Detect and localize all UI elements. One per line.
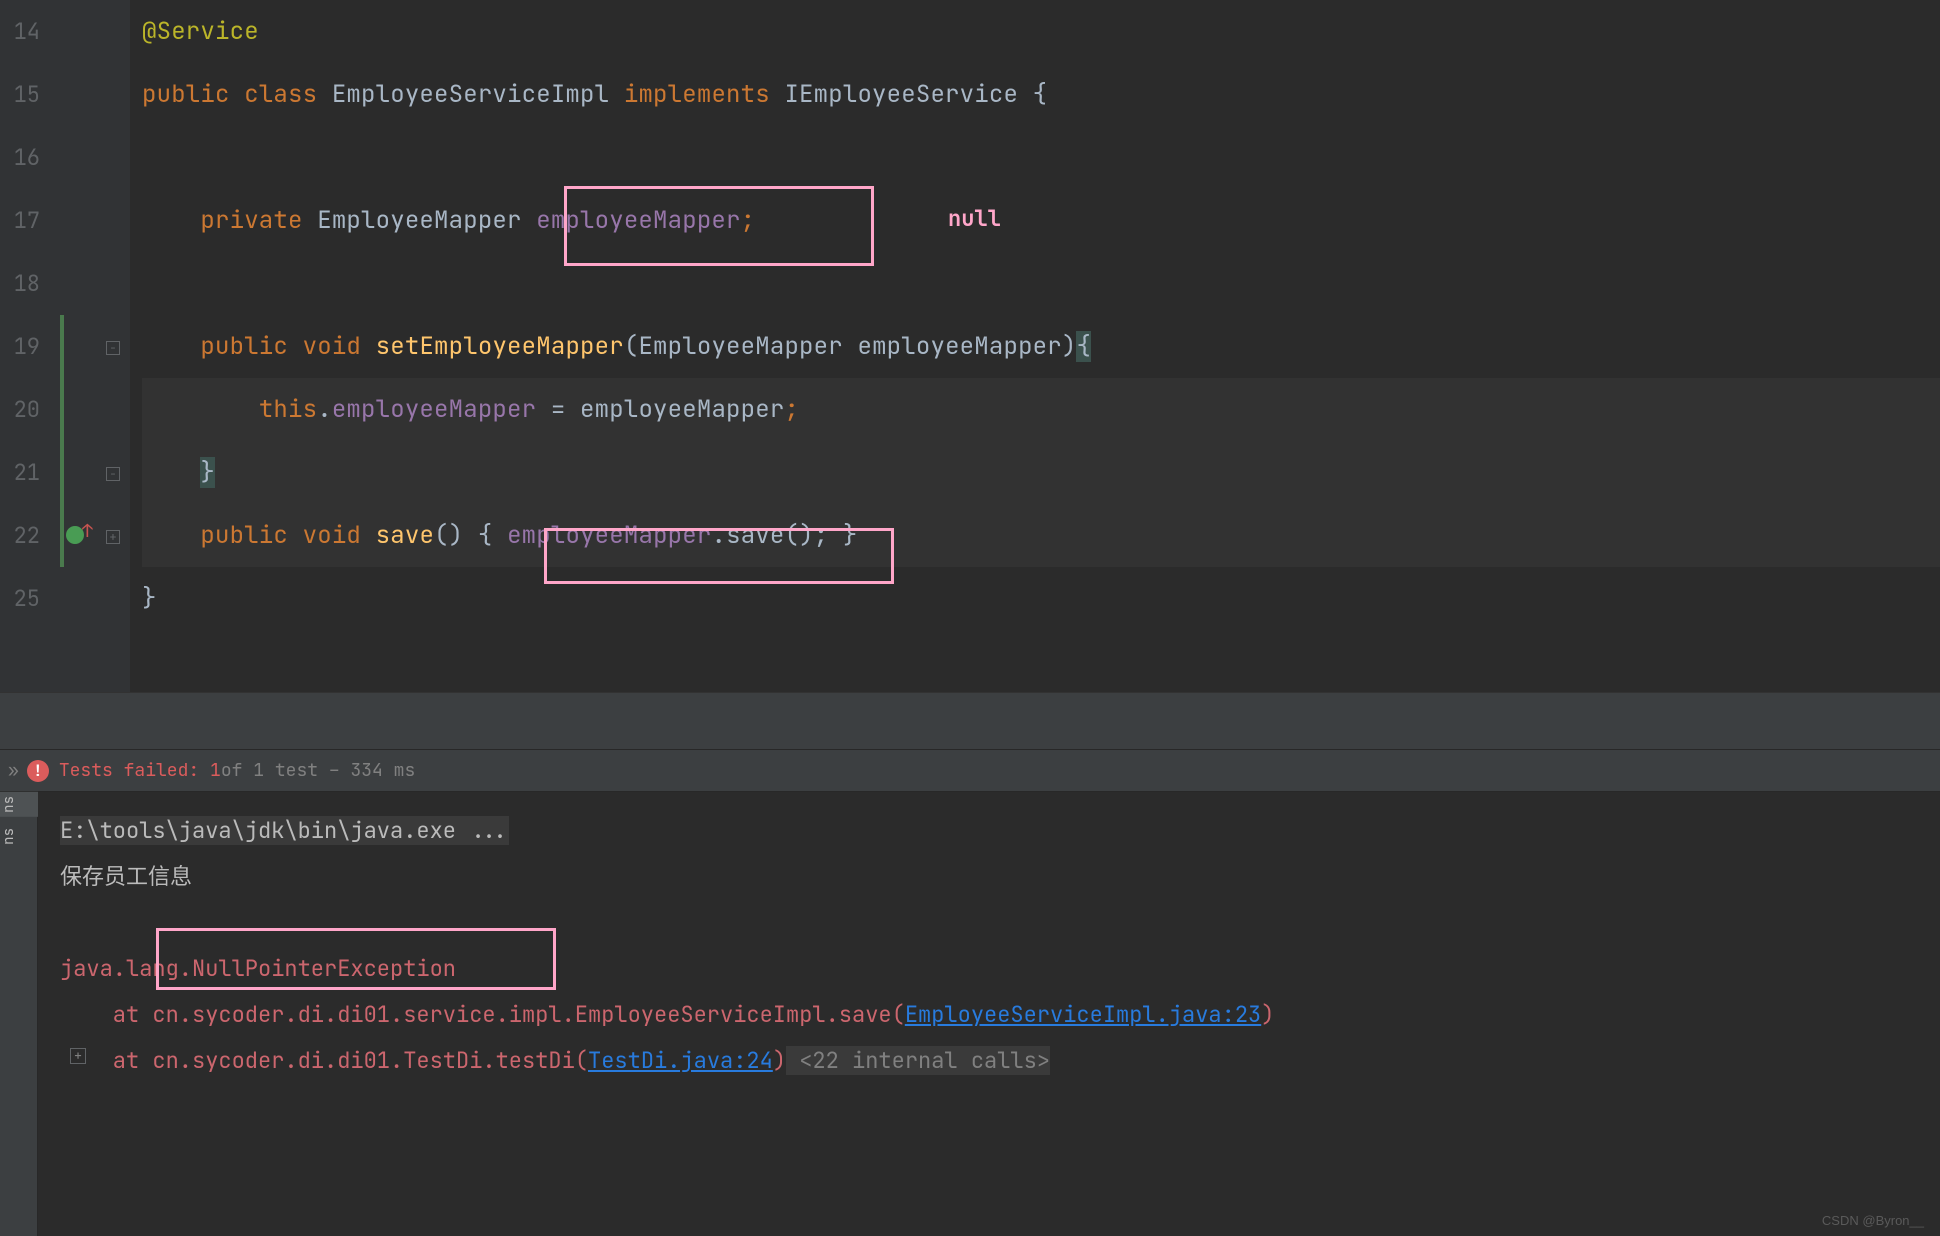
side-tab[interactable]: ns bbox=[0, 792, 38, 817]
fold-expand-icon[interactable]: + bbox=[106, 530, 120, 544]
stack-frame: at cn.sycoder.di.di01.TestDi.testDi(Test… bbox=[60, 1038, 1924, 1084]
tool-window-tabs: ns ns bbox=[0, 792, 38, 1236]
code-line[interactable] bbox=[142, 252, 1940, 315]
side-tab[interactable]: ns bbox=[0, 824, 38, 849]
console-command: E:\tools\java\jdk\bin\java.exe ... bbox=[60, 816, 509, 845]
console-blank bbox=[60, 900, 1924, 946]
param: employeeMapper bbox=[857, 331, 1061, 362]
gutter-icons: − − + bbox=[62, 0, 130, 630]
semicolon: ; bbox=[784, 394, 799, 425]
paren: ) bbox=[1062, 331, 1077, 362]
line-number: 25 bbox=[0, 567, 62, 630]
keyword: void bbox=[303, 331, 361, 362]
code-line[interactable]: private EmployeeMapper employeeMapper; bbox=[142, 189, 1940, 252]
code-line[interactable]: public class EmployeeServiceImpl impleme… bbox=[142, 63, 1940, 126]
code-line[interactable]: this.employeeMapper = employeeMapper; bbox=[142, 378, 1940, 441]
brace: { bbox=[1076, 331, 1091, 362]
source-link[interactable]: EmployeeServiceImpl.java:23 bbox=[905, 1000, 1261, 1029]
console-panel: ns ns E:\tools\java\jdk\bin\java.exe ...… bbox=[0, 792, 1940, 1236]
method-call: save bbox=[726, 520, 784, 551]
expand-stack-icon[interactable]: + bbox=[70, 1048, 86, 1064]
class-name: EmployeeServiceImpl bbox=[332, 79, 609, 110]
code-line[interactable]: public void setEmployeeMapper(EmployeeMa… bbox=[142, 315, 1940, 378]
editor-gutter: 14 15 16 17 18 19 20 21 22 25 − − + bbox=[0, 0, 130, 692]
console-exception: java.lang.NullPointerException bbox=[60, 946, 1924, 992]
dot: . bbox=[711, 520, 726, 551]
source-link[interactable]: TestDi.java:24 bbox=[588, 1046, 773, 1075]
keyword: class bbox=[244, 79, 317, 110]
code-line[interactable]: public void save() { employeeMapper.save… bbox=[142, 504, 1940, 567]
method: setEmployeeMapper bbox=[376, 331, 624, 362]
watermark: CSDN @Byron__ bbox=[1822, 1213, 1924, 1228]
stack-text: ) bbox=[773, 1046, 786, 1075]
stack-frame: at cn.sycoder.di.di01.service.impl.Emplo… bbox=[60, 992, 1924, 1038]
tests-failed-rest: of 1 test – 334 ms bbox=[221, 759, 415, 782]
override-method-icon[interactable] bbox=[66, 526, 84, 544]
operator: = bbox=[536, 394, 580, 425]
code-line[interactable]: } bbox=[142, 441, 1940, 504]
chevrons-icon: » bbox=[8, 759, 19, 782]
test-status-bar: » ! Tests failed: 1 of 1 test – 334 ms bbox=[0, 750, 1940, 792]
brace: } bbox=[142, 583, 157, 614]
keyword: public bbox=[200, 520, 288, 551]
stack-text: ) bbox=[1261, 1000, 1274, 1029]
code-line[interactable]: @Service bbox=[142, 0, 1940, 63]
line-number: 22 bbox=[0, 504, 62, 567]
field: employeeMapper bbox=[536, 205, 740, 236]
null-annotation: null bbox=[948, 204, 1001, 233]
method: save bbox=[376, 520, 434, 551]
line-number: 17 bbox=[0, 189, 62, 252]
line-number: 19 bbox=[0, 315, 62, 378]
tests-failed-label: Tests failed: bbox=[59, 759, 199, 782]
parens: () bbox=[434, 520, 463, 551]
parens: (); bbox=[785, 520, 829, 551]
brace: } bbox=[200, 457, 215, 488]
line-number: 15 bbox=[0, 63, 62, 126]
keyword: implements bbox=[624, 79, 770, 110]
field: employeeMapper bbox=[507, 520, 711, 551]
internal-calls[interactable]: <22 internal calls> bbox=[786, 1046, 1050, 1075]
keyword: this bbox=[259, 394, 317, 425]
keyword: public bbox=[200, 331, 288, 362]
interface-name: IEmployeeService bbox=[784, 79, 1018, 110]
fold-collapse-icon[interactable]: − bbox=[106, 341, 120, 355]
code-line[interactable] bbox=[142, 126, 1940, 189]
keyword: void bbox=[303, 520, 361, 551]
line-number: 18 bbox=[0, 252, 62, 315]
stack-text: at cn.sycoder.di.di01.TestDi.testDi( bbox=[60, 1046, 588, 1075]
code-line[interactable]: } bbox=[142, 567, 1940, 630]
brace: } bbox=[843, 520, 858, 551]
console-output[interactable]: E:\tools\java\jdk\bin\java.exe ... 保存员工信… bbox=[38, 792, 1940, 1236]
keyword: private bbox=[200, 205, 302, 236]
line-number: 21 bbox=[0, 441, 62, 504]
fold-collapse-icon[interactable]: − bbox=[106, 467, 120, 481]
line-number: 14 bbox=[0, 0, 62, 63]
code-editor[interactable]: 14 15 16 17 18 19 20 21 22 25 − − + bbox=[0, 0, 1940, 692]
tests-failed-count: 1 bbox=[210, 759, 221, 782]
line-number: 16 bbox=[0, 126, 62, 189]
paren: ( bbox=[624, 331, 639, 362]
panel-divider[interactable] bbox=[0, 692, 1940, 750]
dot: . bbox=[317, 394, 332, 425]
field: employeeMapper bbox=[332, 394, 536, 425]
type: EmployeeMapper bbox=[638, 331, 842, 362]
test-fail-icon: ! bbox=[27, 760, 49, 782]
brace: { bbox=[1033, 79, 1048, 110]
identifier: employeeMapper bbox=[580, 394, 784, 425]
stack-text: at cn.sycoder.di.di01.service.impl.Emplo… bbox=[60, 1000, 905, 1029]
code-area[interactable]: @Service public class EmployeeServiceImp… bbox=[130, 0, 1940, 692]
line-numbers: 14 15 16 17 18 19 20 21 22 25 bbox=[0, 0, 62, 630]
type: EmployeeMapper bbox=[317, 205, 521, 236]
line-number: 20 bbox=[0, 378, 62, 441]
brace: { bbox=[478, 520, 493, 551]
keyword: public bbox=[142, 79, 230, 110]
console-stdout: 保存员工信息 bbox=[60, 854, 1924, 900]
annotation: @Service bbox=[142, 16, 259, 47]
semicolon: ; bbox=[741, 205, 756, 236]
